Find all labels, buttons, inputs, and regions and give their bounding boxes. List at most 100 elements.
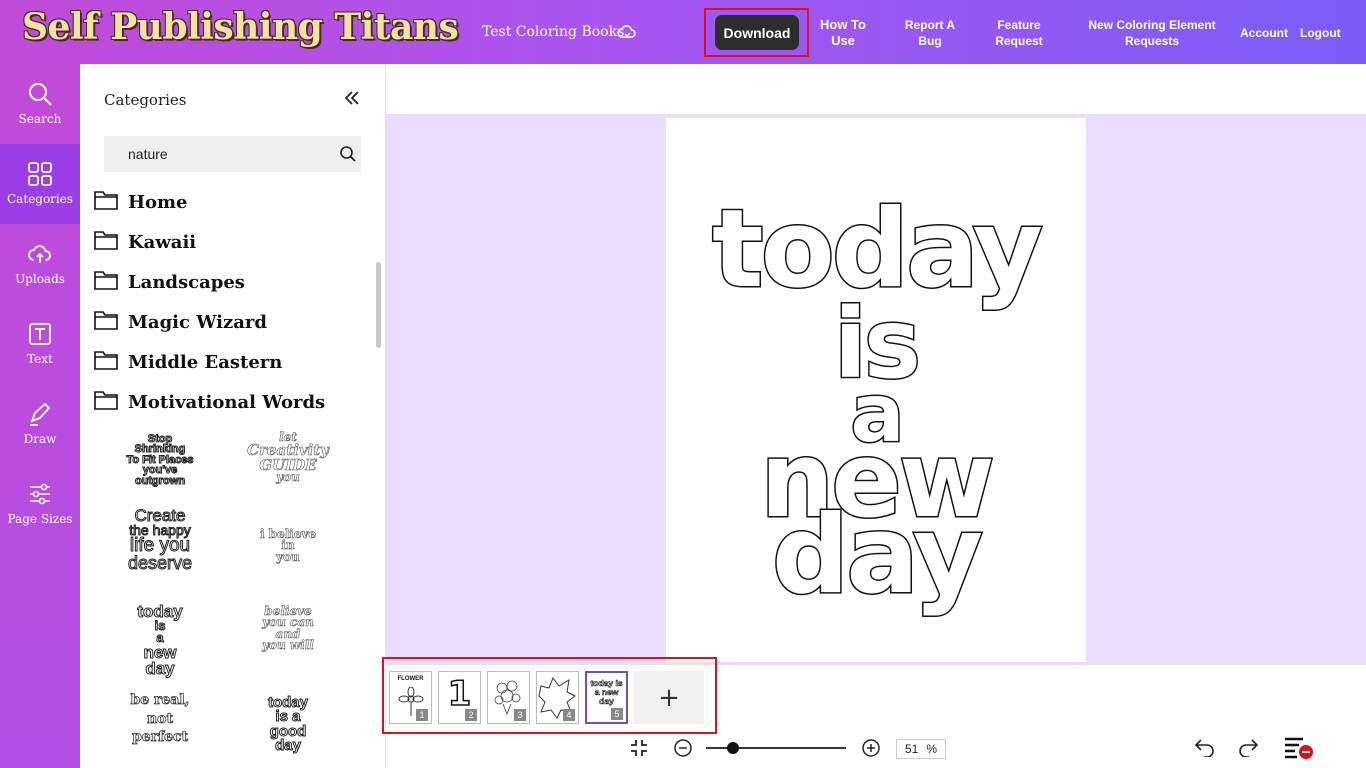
folder-icon: [94, 191, 118, 210]
feature-request-line1: Feature: [997, 18, 1041, 32]
category-search-input[interactable]: [104, 136, 319, 172]
grid-icon: [28, 162, 52, 186]
nav-search-label: Search: [18, 112, 62, 126]
zoom-in-icon[interactable]: [861, 738, 881, 758]
canvas-word[interactable]: day: [676, 500, 1076, 611]
nav-categories-label: Categories: [7, 192, 73, 206]
page-number: 2: [465, 709, 477, 721]
app-logo[interactable]: Self Publishing Titans: [22, 6, 459, 48]
sliders-icon: [30, 483, 50, 505]
page-number: 4: [563, 709, 575, 721]
report-bug-link[interactable]: Report A Bug: [898, 17, 962, 49]
cloud-upload-icon: [28, 245, 51, 263]
thumb-line: you: [276, 549, 300, 564]
workspace[interactable]: today is a new day: [386, 114, 1366, 665]
element-thumbnail[interactable]: today is a good day: [238, 694, 338, 754]
element-thumbnail[interactable]: Stop Shrinking To Fit Places you've outg…: [110, 433, 210, 487]
category-label: Landscapes: [128, 272, 245, 293]
nav-draw[interactable]: Draw: [0, 384, 80, 464]
folder-icon: [94, 231, 118, 250]
category-label: Middle Eastern: [128, 352, 283, 373]
page-thumb-4[interactable]: 4: [536, 671, 579, 724]
element-thumbnail[interactable]: believe you can and you will: [238, 604, 338, 651]
thumb-line: perfect: [132, 728, 189, 745]
page-number: 1: [416, 709, 428, 721]
search-icon: [29, 83, 52, 106]
fit-screen-icon[interactable]: [629, 738, 649, 758]
nav-categories[interactable]: Categories: [0, 144, 80, 224]
thumb-line: not: [147, 711, 174, 728]
undo-icon[interactable]: [1194, 737, 1216, 757]
nav-draw-label: Draw: [23, 432, 57, 446]
how-to-use-link[interactable]: How To Use: [814, 17, 872, 49]
report-bug-line1: Report A: [904, 18, 956, 32]
page-thumb-3[interactable]: 3: [487, 671, 530, 724]
folder-icon: [94, 271, 118, 290]
design-page[interactable]: today is a new day: [666, 118, 1086, 662]
new-element-line1: New Coloring Element: [1088, 18, 1216, 32]
thumb-line: outgrown: [134, 474, 186, 487]
page-thumb-2[interactable]: 1 2: [438, 671, 481, 724]
category-label: Kawaii: [128, 232, 197, 253]
account-link[interactable]: Account: [1240, 25, 1288, 41]
canvas-toolbar: [386, 64, 1366, 114]
add-page-button[interactable]: +: [634, 671, 704, 724]
layers-remove-icon[interactable]: [1283, 735, 1315, 761]
page-thumbnail-strip: FLOWER 1 1 2 3 4 today is a new day 5 +: [382, 657, 717, 734]
zoom-slider-handle[interactable]: [726, 742, 739, 754]
element-thumbnail[interactable]: be real, not perfect: [110, 692, 210, 745]
text-icon: [29, 323, 51, 345]
nav-text[interactable]: Text: [0, 304, 80, 384]
page-number: 3: [514, 709, 526, 721]
element-thumbnail[interactable]: today is a new day: [110, 602, 210, 678]
thumb-line: you: [276, 469, 300, 484]
page-number: 5: [611, 708, 623, 720]
zoom-out-icon[interactable]: [673, 738, 693, 758]
feature-request-line2: Request: [995, 34, 1043, 48]
category-label: Motivational Words: [128, 392, 326, 413]
test-coloring-books-link[interactable]: Test Coloring Books: [482, 24, 624, 40]
feature-request-link[interactable]: Feature Request: [986, 17, 1052, 49]
panel-scrollbar[interactable]: [376, 262, 381, 348]
element-thumbnail[interactable]: Create the happy life you deserve: [110, 506, 210, 574]
nav-text-label: Text: [27, 352, 53, 366]
nav-page-sizes-label: Page Sizes: [7, 512, 73, 526]
page-thumb-label: 1: [447, 673, 472, 715]
left-nav: Search Categories Uploads Text Draw Page…: [0, 64, 80, 768]
nav-page-sizes[interactable]: Page Sizes: [0, 464, 80, 544]
category-label: Magic Wizard: [128, 312, 267, 333]
thumb-line: day: [145, 658, 175, 678]
thumb-line: be real,: [130, 692, 190, 708]
how-to-use-line2: Use: [831, 33, 855, 48]
nav-uploads-label: Uploads: [15, 272, 65, 286]
logout-link[interactable]: Logout: [1300, 25, 1341, 41]
collapse-panel-icon[interactable]: [344, 90, 360, 111]
element-thumbnail[interactable]: i believe in you: [238, 527, 338, 564]
page-thumb-1[interactable]: FLOWER 1: [389, 671, 432, 724]
how-to-use-line1: How To: [820, 17, 866, 32]
pencil-icon: [30, 402, 51, 426]
page-thumb-5[interactable]: today is a new day 5: [585, 671, 628, 724]
nav-search[interactable]: Search: [0, 64, 80, 144]
nav-uploads[interactable]: Uploads: [0, 224, 80, 304]
zoom-value: 51: [904, 742, 919, 756]
search-icon[interactable]: [339, 145, 357, 163]
new-element-line2: Requests: [1124, 34, 1180, 48]
page-thumb-label: FLOWER: [397, 676, 424, 682]
category-label: Home: [128, 192, 188, 213]
panel-title: Categories: [104, 91, 187, 109]
folder-icon: [94, 351, 118, 370]
new-element-requests-link[interactable]: New Coloring Element Requests: [1082, 17, 1222, 49]
report-bug-line2: Bug: [918, 34, 942, 48]
folder-icon: [94, 391, 118, 410]
folder-icon: [94, 311, 118, 330]
cloud-icon[interactable]: [617, 22, 637, 42]
download-highlight: Download: [704, 8, 809, 57]
element-thumbnail[interactable]: let Creativity GUIDE you: [238, 430, 338, 484]
thumb-line: day: [275, 736, 302, 754]
thumb-line: deserve: [127, 553, 193, 574]
zoom-value-box[interactable]: 51 %: [896, 739, 946, 759]
download-button[interactable]: Download: [715, 15, 799, 50]
redo-icon[interactable]: [1237, 737, 1259, 757]
category-search-box: [104, 136, 361, 172]
